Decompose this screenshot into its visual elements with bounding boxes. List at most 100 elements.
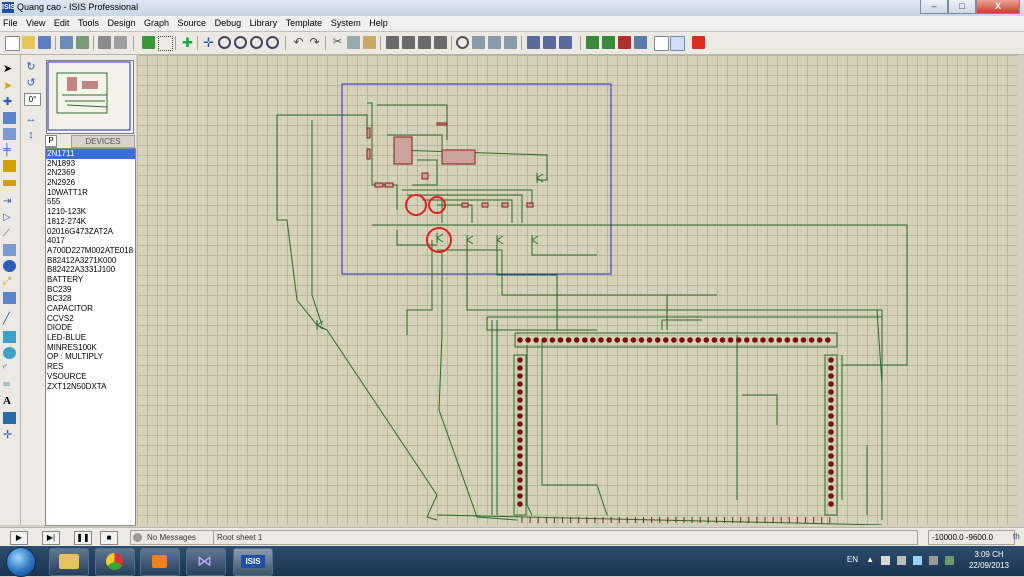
2d-text-icon[interactable]: A [3,395,16,407]
new-file-icon[interactable] [5,36,20,51]
generator-icon[interactable] [3,244,16,256]
device-list-item[interactable]: 2N2926 [46,178,135,188]
tape-recorder-icon[interactable]: ⟋ [3,228,16,240]
media-player-taskbar-icon[interactable] [140,548,180,576]
device-list-item[interactable]: BC239 [46,285,135,295]
pause-button[interactable]: ❚❚ [74,531,92,545]
export-icon[interactable] [76,36,89,49]
make-device-icon[interactable] [472,36,485,49]
device-list[interactable]: 2N1711 2N1893 2N2369 2N2926 10WATT1R 555 1210-… [45,148,136,526]
menu-view[interactable]: View [23,16,48,31]
maximize-button[interactable]: □ [948,0,976,14]
language-indicator[interactable]: EN [847,555,858,564]
zoom-all-icon[interactable] [250,36,263,49]
device-list-item[interactable]: ZXT12N50DXTA [46,382,135,392]
wire-label-icon[interactable] [3,112,16,124]
print-icon[interactable] [98,36,111,49]
minimize-button[interactable]: – [920,0,948,14]
menu-design[interactable]: Design [104,16,138,31]
device-list-item[interactable]: LED-BLUE [46,333,135,343]
virtual-instruments-icon[interactable] [3,292,16,304]
mirror-x-icon[interactable]: ↔ [24,113,38,126]
menu-debug[interactable]: Debug [212,16,245,31]
battery-icon[interactable] [929,556,938,565]
rotate-clockwise-icon[interactable]: ↻ [24,61,38,74]
wire-autorouter-icon[interactable] [527,36,540,49]
grid-icon[interactable] [158,36,173,51]
terminals-icon[interactable] [3,180,16,186]
decompose-icon[interactable] [504,36,517,49]
device-list-item[interactable]: 1812-274K [46,217,135,227]
ic-555-component[interactable] [393,136,413,165]
messages-box[interactable]: No Messages [130,530,220,545]
origin-icon[interactable]: ✚ [181,36,194,49]
show-hidden-icons-icon[interactable]: ▲ [866,555,874,564]
pan-icon[interactable]: ✛ [202,36,215,49]
device-list-item[interactable]: 1210-123K [46,207,135,217]
2d-path-icon[interactable]: ∞ [3,379,16,391]
zoom-out-icon[interactable] [234,36,247,49]
device-list-item[interactable]: A700D227M002ATE018 [46,246,135,256]
step-button[interactable]: ▶| [42,531,60,545]
device-list-item[interactable]: DIODE [46,323,135,333]
play-button[interactable]: ▶ [10,531,28,545]
clock[interactable]: 3:09 CH 22/09/2013 [964,549,1014,571]
bill-of-materials-icon[interactable] [634,36,647,49]
2d-symbol-icon[interactable] [3,412,16,424]
print-area-icon[interactable] [114,36,127,49]
device-pins-icon[interactable]: ⇥ [3,196,16,208]
device-list-item[interactable]: CAPACITOR [46,304,135,314]
menu-file[interactable]: File [0,16,21,31]
open-folder-icon[interactable] [22,36,35,49]
junction-dot-icon[interactable]: ✚ [3,96,16,108]
close-button[interactable]: X [976,0,1020,14]
copy-icon[interactable] [347,36,360,49]
chrome-taskbar-icon[interactable] [95,548,135,576]
overview-window[interactable] [46,60,134,134]
pick-device-icon[interactable] [456,36,469,49]
menu-source[interactable]: Source [175,16,210,31]
refresh-icon[interactable] [142,36,155,49]
ic-4017-component[interactable] [441,149,476,165]
exit-sheet-icon[interactable] [618,36,631,49]
device-list-item[interactable]: 2N1711 [46,149,135,159]
select-arrow-icon[interactable]: ➤ [3,63,16,75]
device-list-item[interactable]: BATTERY [46,275,135,285]
property-tool-icon[interactable] [559,36,572,49]
menu-library[interactable]: Library [247,16,281,31]
device-list-item[interactable]: BC328 [46,294,135,304]
graph-icon[interactable]: ▷ [3,212,16,224]
paste-icon[interactable] [363,36,376,49]
stop-button[interactable]: ■ [100,531,118,545]
menu-template[interactable]: Template [283,16,326,31]
electrical-rule-check-icon[interactable] [654,36,669,51]
menu-graph[interactable]: Graph [141,16,172,31]
current-probe-icon[interactable]: ⤢ [3,276,16,288]
block-copy-icon[interactable] [386,36,399,49]
text-script-icon[interactable] [3,128,16,140]
ares-icon[interactable] [692,36,705,49]
device-list-item[interactable]: CCVS2 [46,314,135,324]
device-list-item[interactable]: 2N1893 [46,159,135,169]
zoom-area-icon[interactable] [266,36,279,49]
cut-icon[interactable]: ✂ [331,36,344,49]
menu-tools[interactable]: Tools [75,16,102,31]
save-icon[interactable] [38,36,51,49]
undo-icon[interactable]: ↶ [292,36,305,49]
device-list-item[interactable]: RES [46,362,135,372]
mirror-y-icon[interactable]: ↕ [24,129,38,142]
subcircuit-icon[interactable] [3,160,16,172]
search-tag-icon[interactable] [543,36,556,49]
redo-icon[interactable]: ↷ [308,36,321,49]
menu-edit[interactable]: Edit [51,16,73,31]
2d-arc-icon[interactable]: ◜ [3,363,16,375]
units-label[interactable]: th [1013,532,1020,541]
packaging-tool-icon[interactable] [488,36,501,49]
schematic-canvas[interactable] [137,55,1017,526]
rotate-anticlockwise-icon[interactable]: ↺ [24,77,38,90]
2d-line-icon[interactable]: ╱ [3,313,16,325]
remove-sheet-icon[interactable] [602,36,615,49]
device-list-item[interactable]: B82412A3271K000 [46,256,135,266]
explorer-taskbar-icon[interactable] [49,548,89,576]
2d-circle-icon[interactable] [3,347,16,359]
